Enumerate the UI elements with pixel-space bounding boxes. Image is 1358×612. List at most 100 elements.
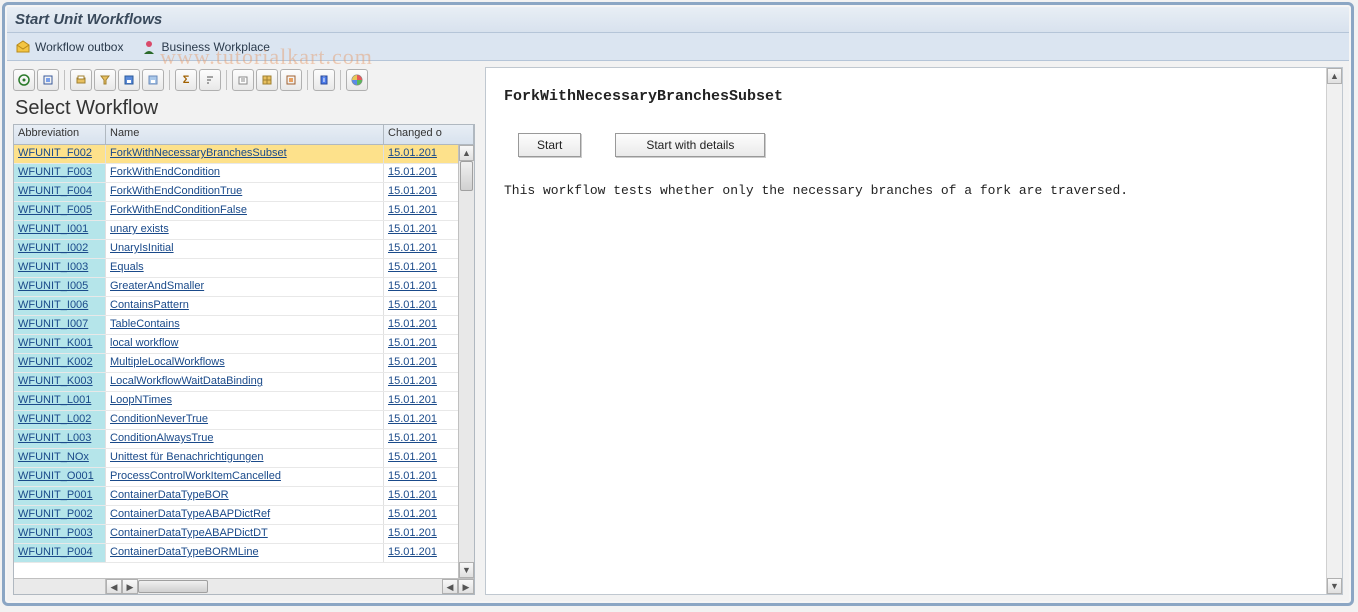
changed-link[interactable]: 15.01.201 (388, 242, 437, 254)
changed-link[interactable]: 15.01.201 (388, 470, 437, 482)
abbreviation-link[interactable]: WFUNIT_I002 (18, 242, 88, 254)
table-row[interactable]: WFUNIT_L002 ConditionNeverTrue 15.01.201 (14, 411, 474, 430)
changed-link[interactable]: 15.01.201 (388, 413, 437, 425)
hscroll-thumb[interactable] (138, 580, 208, 593)
col-abbreviation-header[interactable]: Abbreviation (14, 125, 106, 144)
tb-sum-button[interactable]: Σ (175, 69, 197, 91)
col-name-header[interactable]: Name (106, 125, 384, 144)
abbreviation-link[interactable]: WFUNIT_I005 (18, 280, 88, 292)
tb-chart-button[interactable] (346, 69, 368, 91)
business-workplace-menuitem[interactable]: Business Workplace (141, 39, 270, 55)
tb-select-button[interactable] (280, 69, 302, 91)
table-row[interactable]: WFUNIT_P002ContainerDataTypeABAPDictRef1… (14, 506, 474, 525)
scroll-right-button[interactable]: ▶ (122, 579, 138, 594)
tb-save-button[interactable] (118, 69, 140, 91)
abbreviation-link[interactable]: WFUNIT_I001 (18, 223, 88, 235)
table-row[interactable]: WFUNIT_NOxUnittest für Benachrichtigunge… (14, 449, 474, 468)
name-link[interactable]: local workflow (110, 337, 178, 349)
name-link[interactable]: MultipleLocalWorkflows (110, 356, 225, 368)
name-link[interactable]: ForkWithEndCondition (110, 166, 220, 178)
table-row[interactable]: WFUNIT_L001LoopNTimes15.01.201 (14, 392, 474, 411)
name-link[interactable]: ContainerDataTypeABAPDictDT (110, 527, 268, 539)
start-with-details-button[interactable]: Start with details (615, 133, 765, 157)
table-row[interactable]: WFUNIT_I002 UnaryIsInitial 15.01.201 (14, 240, 474, 259)
name-link[interactable]: ConditionNeverTrue (110, 413, 208, 425)
scroll-track[interactable] (459, 161, 474, 562)
changed-link[interactable]: 15.01.201 (388, 223, 437, 235)
abbreviation-link[interactable]: WFUNIT_F004 (18, 185, 92, 197)
abbreviation-link[interactable]: WFUNIT_K001 (18, 337, 93, 349)
changed-link[interactable]: 15.01.201 (388, 432, 437, 444)
scroll-left2-button[interactable]: ◀ (442, 579, 458, 594)
abbreviation-link[interactable]: WFUNIT_F005 (18, 204, 92, 216)
scroll-down-button[interactable]: ▼ (459, 562, 474, 578)
table-row[interactable]: WFUNIT_K003 LocalWorkflowWaitDataBinding 1… (14, 373, 474, 392)
name-link[interactable]: ContainerDataTypeBOR (110, 489, 229, 501)
name-link[interactable]: UnaryIsInitial (110, 242, 174, 254)
abbreviation-link[interactable]: WFUNIT_I006 (18, 299, 88, 311)
changed-link[interactable]: 15.01.201 (388, 147, 437, 159)
table-row[interactable]: WFUNIT_P001ContainerDataTypeBOR15.01.201 (14, 487, 474, 506)
changed-link[interactable]: 15.01.201 (388, 394, 437, 406)
abbreviation-link[interactable]: WFUNIT_F003 (18, 166, 92, 178)
table-row[interactable]: WFUNIT_L003 ConditionAlwaysTrue 15.01.201 (14, 430, 474, 449)
changed-link[interactable]: 15.01.201 (388, 185, 437, 197)
changed-link[interactable]: 15.01.201 (388, 375, 437, 387)
table-row[interactable]: WFUNIT_I006 ContainsPattern 15.01.201 (14, 297, 474, 316)
scroll-left-button[interactable]: ◀ (106, 579, 122, 594)
scroll-down-button[interactable]: ▼ (1327, 578, 1342, 594)
name-link[interactable]: LocalWorkflowWaitDataBinding (110, 375, 263, 387)
tb-filter-button[interactable] (94, 69, 116, 91)
table-row[interactable]: WFUNIT_F005ForkWithEndConditionFalse15.0… (14, 202, 474, 221)
table-row[interactable]: WFUNIT_F003 ForkWithEndCondition 15.01.201 (14, 164, 474, 183)
tb-print-button[interactable] (70, 69, 92, 91)
changed-link[interactable]: 15.01.201 (388, 451, 437, 463)
table-row[interactable]: WFUNIT_P004ContainerDataTypeBORMLine15.0… (14, 544, 474, 563)
table-row[interactable]: WFUNIT_K001 local workflow 15.01.201 (14, 335, 474, 354)
grid-hscrollbar[interactable]: ◀ ▶ ◀ ▶ (14, 578, 474, 594)
name-link[interactable]: ContainerDataTypeABAPDictRef (110, 508, 270, 520)
abbreviation-link[interactable]: WFUNIT_F002 (18, 147, 92, 159)
abbreviation-link[interactable]: WFUNIT_K003 (18, 375, 93, 387)
tb-detail-button[interactable] (13, 69, 35, 91)
name-link[interactable]: LoopNTimes (110, 394, 172, 406)
changed-link[interactable]: 15.01.201 (388, 204, 437, 216)
changed-link[interactable]: 15.01.201 (388, 318, 437, 330)
changed-link[interactable]: 15.01.201 (388, 546, 437, 558)
tb-save2-button[interactable] (142, 69, 164, 91)
abbreviation-link[interactable]: WFUNIT_P003 (18, 527, 93, 539)
abbreviation-link[interactable]: WFUNIT_L003 (18, 432, 91, 444)
tb-find-button[interactable] (37, 69, 59, 91)
name-link[interactable]: ForkWithEndConditionTrue (110, 185, 242, 197)
scroll-thumb[interactable] (460, 161, 473, 191)
name-link[interactable]: ForkWithNecessaryBranchesSubset (110, 147, 287, 159)
name-link[interactable]: ConditionAlwaysTrue (110, 432, 214, 444)
table-row[interactable]: WFUNIT_K002 MultipleLocalWorkflows 15.01.2… (14, 354, 474, 373)
abbreviation-link[interactable]: WFUNIT_K002 (18, 356, 93, 368)
changed-link[interactable]: 15.01.201 (388, 166, 437, 178)
grid-vscrollbar[interactable]: ▲ ▼ (458, 145, 474, 578)
table-row[interactable]: WFUNIT_O001ProcessControlWorkItemCancell… (14, 468, 474, 487)
table-row[interactable]: WFUNIT_F002 ForkWithNecessaryBranchesSubs… (14, 145, 474, 164)
table-row[interactable]: WFUNIT_I007TableContains15.01.201 (14, 316, 474, 335)
abbreviation-link[interactable]: WFUNIT_L002 (18, 413, 91, 425)
tb-info-button[interactable]: i (313, 69, 335, 91)
abbreviation-link[interactable]: WFUNIT_I003 (18, 261, 88, 273)
changed-link[interactable]: 15.01.201 (388, 489, 437, 501)
tb-sort-button[interactable] (199, 69, 221, 91)
changed-link[interactable]: 15.01.201 (388, 299, 437, 311)
name-link[interactable]: GreaterAndSmaller (110, 280, 204, 292)
name-link[interactable]: Equals (110, 261, 144, 273)
name-link[interactable]: unary exists (110, 223, 169, 235)
changed-link[interactable]: 15.01.201 (388, 280, 437, 292)
name-link[interactable]: ContainsPattern (110, 299, 189, 311)
table-row[interactable]: WFUNIT_I001 unary exists 15.01.201 (14, 221, 474, 240)
col-changed-header[interactable]: Changed o (384, 125, 474, 144)
name-link[interactable]: ContainerDataTypeBORMLine (110, 546, 259, 558)
table-row[interactable]: WFUNIT_I003Equals15.01.201 (14, 259, 474, 278)
abbreviation-link[interactable]: WFUNIT_NOx (18, 451, 89, 463)
changed-link[interactable]: 15.01.201 (388, 337, 437, 349)
scroll-up-button[interactable]: ▲ (459, 145, 474, 161)
scroll-track[interactable] (1327, 84, 1342, 578)
changed-link[interactable]: 15.01.201 (388, 356, 437, 368)
